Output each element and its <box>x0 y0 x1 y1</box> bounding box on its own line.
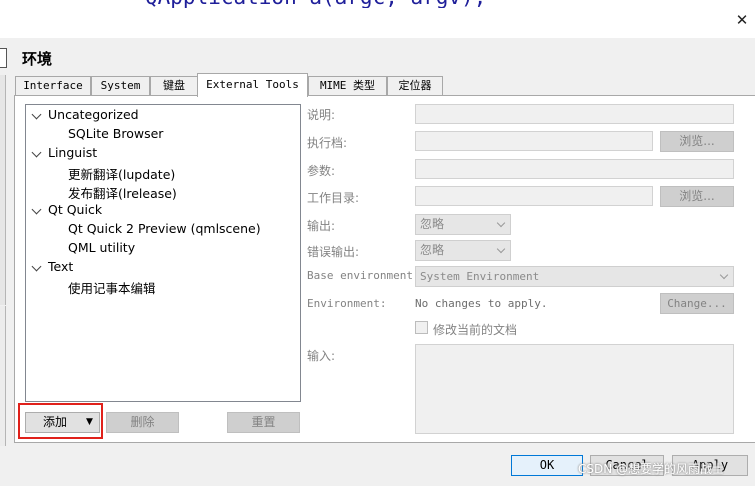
tree-group-label: Uncategorized <box>48 107 139 122</box>
tab-external-tools[interactable]: External Tools <box>197 73 308 97</box>
chevron-down-icon[interactable] <box>31 261 42 272</box>
tree-group-label: Text <box>48 259 74 274</box>
error-output-label: 错误输出: <box>307 245 360 259</box>
tree-group-text[interactable]: Text <box>26 259 296 277</box>
chevron-down-icon <box>719 270 729 280</box>
reset-tool-button[interactable]: 重置 <box>227 412 300 433</box>
chevron-down-icon <box>496 244 506 254</box>
category-list-edge[interactable] <box>0 75 6 305</box>
base-environment-value: System Environment <box>420 270 540 283</box>
output-select[interactable]: 忽略 <box>415 214 511 235</box>
arguments-field[interactable] <box>415 159 734 179</box>
modify-document-checkbox[interactable] <box>415 321 428 334</box>
base-environment-select[interactable]: System Environment <box>415 266 734 287</box>
error-output-select-value: 忽略 <box>420 243 445 257</box>
tab-interface[interactable]: Interface <box>15 76 91 96</box>
tree-item[interactable]: 发布翻译(lrelease) <box>68 183 177 202</box>
chevron-down-icon[interactable] <box>31 147 42 158</box>
remove-tool-button[interactable]: 删除 <box>106 412 179 433</box>
tree-group-uncategorized[interactable]: Uncategorized <box>26 107 296 125</box>
close-icon[interactable]: ✕ <box>732 10 752 30</box>
environment-value: No changes to apply. <box>415 297 548 310</box>
chevron-down-icon <box>496 218 506 228</box>
tab-locator[interactable]: 定位器 <box>387 76 443 96</box>
tree-group-label: Linguist <box>48 145 98 160</box>
category-filter-edge[interactable] <box>0 48 7 68</box>
tools-tree[interactable]: Uncategorized SQLite Browser Linguist 更新… <box>25 104 301 402</box>
tree-group-qt-quick[interactable]: Qt Quick <box>26 202 296 220</box>
tree-group-linguist[interactable]: Linguist <box>26 145 296 163</box>
dialog-titlebar <box>0 8 755 38</box>
base-environment-label: Base environment: <box>307 269 420 282</box>
tree-item[interactable]: SQLite Browser <box>68 126 163 141</box>
executable-field[interactable] <box>415 131 653 151</box>
environment-label: Environment: <box>307 297 387 310</box>
add-button-label: 添加 <box>43 415 68 429</box>
browse-executable-button[interactable]: 浏览... <box>660 131 734 152</box>
output-select-value: 忽略 <box>420 217 445 231</box>
input-textarea[interactable] <box>415 344 734 434</box>
executable-label: 执行档: <box>307 136 348 150</box>
tree-item[interactable]: Qt Quick 2 Preview (qmlscene) <box>68 221 261 236</box>
dropdown-arrow-icon: ▼ <box>86 417 93 427</box>
error-output-select[interactable]: 忽略 <box>415 240 511 261</box>
arguments-label: 参数: <box>307 164 336 178</box>
page-title: 环境 <box>22 50 53 68</box>
add-tool-button[interactable]: 添加 ▼ <box>25 412 100 433</box>
working-directory-label: 工作目录: <box>307 191 360 205</box>
tree-item[interactable]: QML utility <box>68 240 135 255</box>
tab-system[interactable]: System <box>91 76 150 96</box>
change-environment-button[interactable]: Change... <box>660 293 734 314</box>
tree-group-label: Qt Quick <box>48 202 103 217</box>
working-directory-field[interactable] <box>415 186 653 206</box>
output-label: 输出: <box>307 219 336 233</box>
tree-item[interactable]: 使用记事本编辑 <box>68 278 156 297</box>
description-label: 说明: <box>307 108 336 122</box>
category-list-edge-lower <box>0 306 6 446</box>
modify-document-label: 修改当前的文档 <box>433 323 518 337</box>
description-field[interactable] <box>415 104 734 124</box>
tab-keyboard[interactable]: 键盘 <box>150 76 198 96</box>
tab-mime-types[interactable]: MIME 类型 <box>308 76 387 96</box>
background-code-strip: QApplication a(argc, argv); <box>0 0 755 8</box>
browse-directory-button[interactable]: 浏览... <box>660 186 734 207</box>
chevron-down-icon[interactable] <box>31 204 42 215</box>
watermark-text: CSDN @想要学的风雨战士 <box>578 462 725 476</box>
chevron-down-icon[interactable] <box>31 109 42 120</box>
tree-item[interactable]: 更新翻译(lupdate) <box>68 164 175 183</box>
ok-button[interactable]: OK <box>511 455 583 476</box>
input-label: 输入: <box>307 349 336 363</box>
code-fragment: QApplication a(argc, argv); <box>145 0 486 8</box>
